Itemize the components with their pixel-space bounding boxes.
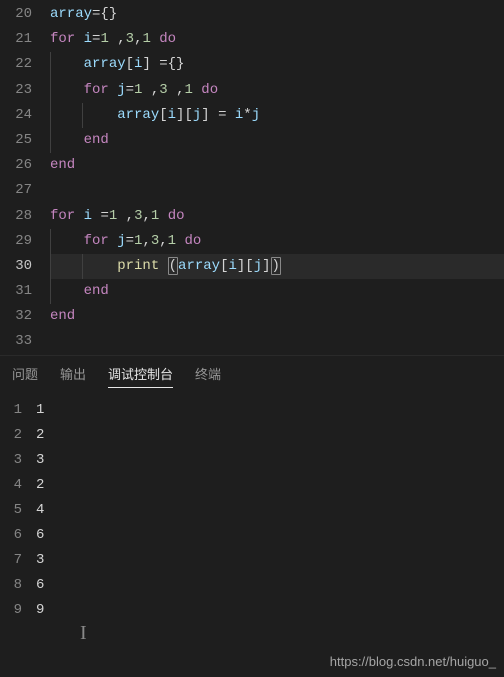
tab-problems[interactable]: 问题 bbox=[12, 364, 38, 388]
watermark-text: https://blog.csdn.net/huiguo_ bbox=[330, 654, 496, 669]
code-line[interactable]: array[i][j] = i*j bbox=[50, 103, 504, 128]
tab-terminal[interactable]: 终端 bbox=[195, 364, 221, 388]
line-number: 25 bbox=[0, 128, 32, 153]
code-line[interactable]: end bbox=[50, 153, 504, 178]
debug-console-panel[interactable]: 123456789 123246369 bbox=[0, 394, 504, 623]
console-line-number: 1 bbox=[0, 398, 22, 423]
console-line-number: 6 bbox=[0, 523, 22, 548]
console-line-gutter: 123456789 bbox=[0, 398, 36, 623]
console-line: 2 bbox=[36, 423, 504, 448]
code-line[interactable]: array[i] ={} bbox=[50, 52, 504, 77]
console-line-number: 4 bbox=[0, 473, 22, 498]
console-output: 123246369 bbox=[36, 398, 504, 623]
code-line[interactable]: print (array[i][j]) bbox=[50, 254, 504, 279]
code-line[interactable]: for j=1,3,1 do bbox=[50, 229, 504, 254]
line-number: 24 bbox=[0, 103, 32, 128]
console-line-number: 9 bbox=[0, 598, 22, 623]
line-number: 23 bbox=[0, 78, 32, 103]
console-line-number: 3 bbox=[0, 448, 22, 473]
tab-debug-console[interactable]: 调试控制台 bbox=[108, 364, 173, 388]
line-number: 22 bbox=[0, 52, 32, 77]
code-line[interactable]: end bbox=[50, 279, 504, 304]
code-line[interactable] bbox=[50, 329, 504, 354]
tab-output[interactable]: 输出 bbox=[60, 364, 86, 388]
line-number: 31 bbox=[0, 279, 32, 304]
code-line[interactable]: end bbox=[50, 128, 504, 153]
code-line[interactable]: for j=1 ,3 ,1 do bbox=[50, 78, 504, 103]
text-cursor-icon: I bbox=[80, 622, 87, 645]
code-line[interactable] bbox=[50, 178, 504, 203]
code-line[interactable]: end bbox=[50, 304, 504, 329]
console-line-number: 5 bbox=[0, 498, 22, 523]
console-line: 3 bbox=[36, 548, 504, 573]
console-line: 3 bbox=[36, 448, 504, 473]
line-number: 28 bbox=[0, 204, 32, 229]
console-line: 9 bbox=[36, 598, 504, 623]
line-number: 26 bbox=[0, 153, 32, 178]
line-number: 33 bbox=[0, 329, 32, 354]
line-number: 27 bbox=[0, 178, 32, 203]
console-line-number: 8 bbox=[0, 573, 22, 598]
code-line[interactable]: for i=1 ,3,1 do bbox=[50, 27, 504, 52]
line-number: 21 bbox=[0, 27, 32, 52]
code-line[interactable]: array={} bbox=[50, 2, 504, 27]
code-editor[interactable]: 2021222324252627282930313233 array={}for… bbox=[0, 0, 504, 355]
line-number: 29 bbox=[0, 229, 32, 254]
console-line: 6 bbox=[36, 573, 504, 598]
console-line: 4 bbox=[36, 498, 504, 523]
console-line-number: 7 bbox=[0, 548, 22, 573]
code-line[interactable]: for i =1 ,3,1 do bbox=[50, 204, 504, 229]
panel-tabs: 问题输出调试控制台终端 bbox=[0, 355, 504, 394]
console-line: 1 bbox=[36, 398, 504, 423]
code-content[interactable]: array={}for i=1 ,3,1 do array[i] ={} for… bbox=[50, 0, 504, 355]
console-line: 6 bbox=[36, 523, 504, 548]
line-number: 32 bbox=[0, 304, 32, 329]
console-line: 2 bbox=[36, 473, 504, 498]
console-line-number: 2 bbox=[0, 423, 22, 448]
line-number: 30 bbox=[0, 254, 32, 279]
line-number: 20 bbox=[0, 2, 32, 27]
line-number-gutter: 2021222324252627282930313233 bbox=[0, 0, 50, 355]
